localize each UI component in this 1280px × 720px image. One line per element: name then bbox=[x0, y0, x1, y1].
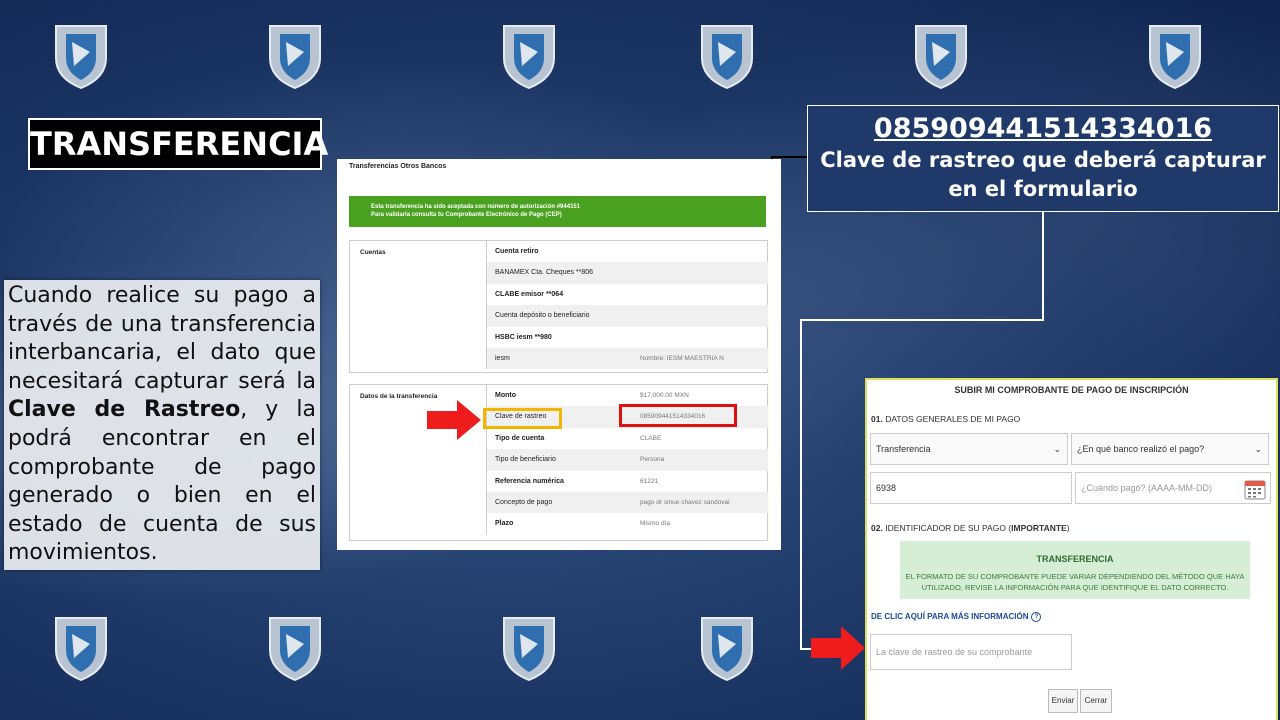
bank-receipt: Transferencias Otros Bancos Esta transfe… bbox=[337, 159, 781, 550]
table-row: Concepto de pago pago dr sinue chavez san… bbox=[487, 491, 768, 514]
input-value: 6938 bbox=[876, 483, 897, 493]
table-row: HSBC iesm **980 bbox=[487, 327, 768, 348]
callout-description: Clave de rastreo que deberá capturar en … bbox=[820, 148, 1266, 201]
payment-method-select[interactable]: Transferencia ⌄ bbox=[870, 433, 1068, 465]
table-row: Plazo Mismo día bbox=[487, 513, 768, 534]
table-row: CLABE emisor **064 bbox=[487, 284, 768, 305]
info-text-bold: Clave de Rastreo bbox=[8, 397, 241, 423]
crest-icon bbox=[266, 22, 324, 90]
table-row: BANAMEX Cta. Cheques **806 bbox=[487, 262, 768, 284]
select-value: Transferencia bbox=[876, 444, 931, 454]
amount-input[interactable]: 6938 bbox=[870, 472, 1072, 504]
table-row: Cuenta retiro bbox=[487, 241, 768, 262]
notice-body: EL FORMATO DE SU COMPROBANTE PUEDE VARIA… bbox=[905, 572, 1245, 592]
info-paragraph: Cuando realice su pago a través de una t… bbox=[4, 280, 320, 570]
row-label: BANAMEX Cta. Cheques **806 bbox=[495, 269, 594, 277]
row-label: Concepto de pago bbox=[495, 498, 553, 506]
receipt-confirmation-banner: Esta transferencia ha sido aceptada con … bbox=[349, 196, 766, 227]
accounts-label: Cuentas bbox=[360, 249, 386, 256]
arrow-icon bbox=[811, 626, 865, 674]
section-number: 01. bbox=[871, 414, 883, 424]
row-value: 61221 bbox=[640, 477, 659, 485]
accounts-rows: Cuenta retiro BANAMEX Cta. Cheques **806… bbox=[486, 241, 768, 370]
row-value: Nombre: IESM MAESTRIA N bbox=[640, 354, 724, 362]
table-row: Tipo de beneficiario Persona bbox=[487, 449, 768, 471]
crest-icon bbox=[698, 614, 756, 682]
crest-icon bbox=[912, 22, 970, 90]
row-label: Cuenta retiro bbox=[495, 248, 539, 255]
row-label: Tipo de beneficiario bbox=[495, 456, 556, 464]
tracking-code-callout: 085909441514334016 Clave de rastreo que … bbox=[807, 105, 1279, 212]
banner-line: Para validarla consulta tu Comprobante E… bbox=[371, 212, 562, 218]
section-1-heading: 01. DATOS GENERALES DE MI PAGO bbox=[871, 414, 1020, 424]
input-placeholder: La clave de rastreo de su comprobante bbox=[876, 647, 1033, 657]
input-placeholder: ¿Cuándo pagó? (AAAA-MM-DD) bbox=[1081, 483, 1213, 493]
row-label: CLABE emisor **064 bbox=[495, 290, 564, 298]
section-label: DATOS GENERALES DE MI PAGO bbox=[885, 414, 1021, 424]
row-label: Referencia numérica bbox=[495, 477, 564, 485]
crest-icon bbox=[1146, 22, 1204, 90]
upload-receipt-form: SUBIR MI COMPROBANTE DE PAGO DE INSCRIPC… bbox=[865, 378, 1278, 720]
connector-line bbox=[1042, 212, 1044, 320]
select-value: ¿En qué banco realizó el pago? bbox=[1077, 444, 1205, 454]
payment-date-input[interactable]: ¿Cuándo pagó? (AAAA-MM-DD) bbox=[1075, 472, 1271, 504]
crest-icon bbox=[266, 614, 324, 682]
crest-icon bbox=[52, 22, 110, 90]
arrow-icon bbox=[427, 400, 481, 444]
row-label: Monto bbox=[495, 392, 516, 399]
connector-line bbox=[771, 156, 807, 158]
transfer-notice: TRANSFERENCIA EL FORMATO DE SU COMPROBAN… bbox=[900, 541, 1250, 599]
crest-icon bbox=[500, 22, 558, 90]
banner-line: Esta transferencia ha sido aceptada con … bbox=[371, 204, 581, 210]
info-text-part1: Cuando realice su pago a través de una t… bbox=[8, 283, 316, 394]
row-label: HSBC iesm **980 bbox=[495, 333, 552, 341]
row-label: Plazo bbox=[495, 520, 514, 528]
row-value: pago dr sinue chavez sandoval bbox=[640, 498, 730, 506]
send-button[interactable]: Enviar bbox=[1048, 689, 1078, 713]
transfer-details-label: Datos de la transferencia bbox=[360, 393, 438, 400]
row-label: iesm bbox=[495, 354, 510, 362]
chevron-down-icon: ⌄ bbox=[1254, 444, 1262, 454]
table-row: Cuenta depósito o beneficiario bbox=[487, 305, 768, 327]
connector-line bbox=[800, 319, 802, 649]
bank-select[interactable]: ¿En qué banco realizó el pago? ⌄ bbox=[1071, 433, 1269, 465]
crest-icon bbox=[52, 614, 110, 682]
link-text: DE CLIC AQUÍ PARA MÁS INFORMACIÓN bbox=[871, 612, 1029, 621]
receipt-header: Transferencias Otros Bancos bbox=[349, 163, 447, 170]
tracking-code-input[interactable]: La clave de rastreo de su comprobante bbox=[870, 634, 1072, 670]
info-icon: ? bbox=[1031, 612, 1042, 622]
notice-title: TRANSFERENCIA bbox=[1036, 554, 1114, 564]
tracking-code: 085909441514334016 bbox=[873, 113, 1213, 144]
row-value: Persona bbox=[640, 456, 665, 464]
more-info-link[interactable]: DE CLIC AQUÍ PARA MÁS INFORMACIÓN? bbox=[871, 612, 1042, 622]
row-value: CLABE bbox=[640, 434, 662, 442]
table-row: Referencia numérica 61221 bbox=[487, 471, 768, 492]
chevron-down-icon: ⌄ bbox=[1053, 444, 1061, 454]
row-value: Mismo día bbox=[640, 520, 670, 528]
tracking-value-highlight bbox=[619, 404, 737, 427]
row-label: Tipo de cuenta bbox=[495, 434, 545, 442]
info-text-part2: , y la podrá encontrar en el comprobante… bbox=[8, 397, 316, 566]
section-number: 02. bbox=[871, 523, 883, 533]
accounts-panel: Cuentas Cuenta retiro BANAMEX Cta. Chequ… bbox=[349, 240, 768, 373]
section-2-heading: 02. IDENTIFICADOR DE SU PAGO (IMPORTANTE… bbox=[871, 523, 1070, 533]
slide-title: TRANSFERENCIA bbox=[28, 118, 328, 170]
table-row: Tipo de cuenta CLABE bbox=[487, 428, 768, 449]
close-button[interactable]: Cerrar bbox=[1080, 689, 1112, 713]
section-label-close: ) bbox=[1066, 523, 1070, 533]
calendar-icon[interactable] bbox=[1244, 478, 1266, 500]
important-label: IMPORTANTE bbox=[1011, 523, 1067, 533]
table-row: iesm Nombre: IESM MAESTRIA N bbox=[487, 347, 768, 370]
row-label: Cuenta depósito o beneficiario bbox=[495, 312, 590, 320]
tracking-label-highlight bbox=[483, 408, 562, 429]
crest-icon bbox=[500, 614, 558, 682]
row-value: $17,000.00 MXN bbox=[640, 392, 689, 399]
crest-icon bbox=[698, 22, 756, 90]
form-title: SUBIR MI COMPROBANTE DE PAGO DE INSCRIPC… bbox=[954, 385, 1189, 395]
connector-line bbox=[800, 319, 1044, 321]
section-label: IDENTIFICADOR DE SU PAGO ( bbox=[885, 523, 1012, 533]
